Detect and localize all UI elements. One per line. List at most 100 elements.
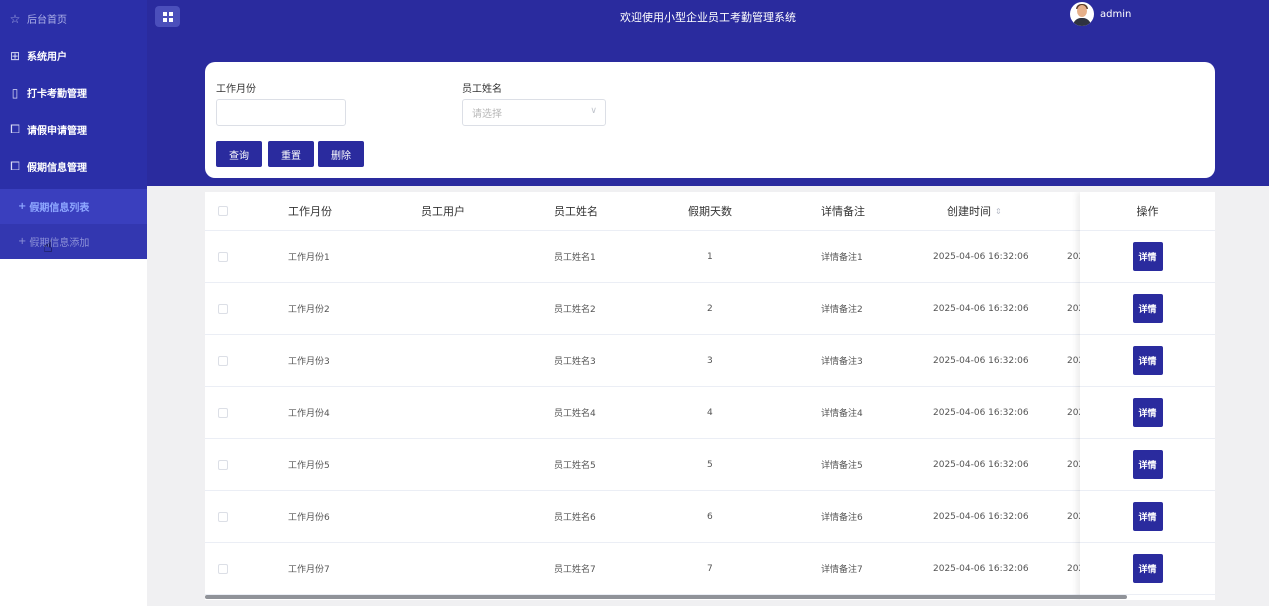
search-panel: 工作月份 员工姓名 请选择 ∨ 查询 重置 删除 bbox=[205, 62, 1215, 178]
cell-days: 2 bbox=[707, 303, 713, 314]
row-select-cell bbox=[218, 387, 228, 438]
avatar bbox=[1070, 2, 1094, 26]
select-all-checkbox[interactable] bbox=[218, 206, 228, 216]
name-select[interactable]: 请选择 ∨ bbox=[462, 99, 606, 126]
row-select-cell bbox=[218, 335, 228, 386]
row-checkbox[interactable] bbox=[218, 407, 228, 418]
sidebar-submenu: + 假期信息列表 + 假期信息添加 bbox=[0, 189, 147, 259]
row-select-cell bbox=[218, 491, 228, 542]
row-checkbox[interactable] bbox=[218, 251, 228, 262]
cell-created: 2025-04-06 16:32:06 bbox=[933, 355, 1029, 366]
document-icon: ▯ bbox=[11, 85, 19, 100]
table-row: 工作月份2 员工姓名2 2 详情备注2 2025-04-06 16:32:06 202 bbox=[205, 283, 1215, 335]
sidebar-item-label: 系统用户 bbox=[27, 52, 67, 63]
row-select-cell bbox=[218, 231, 228, 282]
horizontal-scrollbar[interactable] bbox=[205, 595, 1127, 599]
user-menu[interactable]: admin bbox=[1070, 2, 1131, 26]
row-checkbox[interactable] bbox=[218, 355, 228, 366]
sidebar-item-holiday[interactable]: ⧠ 假期信息管理 bbox=[0, 148, 147, 185]
reset-button[interactable]: 重置 bbox=[268, 141, 314, 167]
cell-created: 2025-04-06 16:32:06 bbox=[933, 303, 1029, 314]
username: admin bbox=[1100, 8, 1132, 20]
detail-button[interactable]: 详情 bbox=[1132, 242, 1163, 271]
sidebar-item-attendance[interactable]: ▯ 打卡考勤管理 bbox=[0, 74, 147, 111]
row-checkbox[interactable] bbox=[218, 459, 228, 470]
table-row: 工作月份7 员工姓名7 7 详情备注7 2025-04-06 16:32:06 202 bbox=[205, 543, 1215, 595]
cell-remark: 详情备注5 bbox=[821, 461, 863, 471]
cell-days: 3 bbox=[707, 355, 713, 366]
sidebar-item-label: 请假申请管理 bbox=[27, 126, 87, 137]
row-checkbox[interactable] bbox=[218, 511, 228, 522]
cell-days: 6 bbox=[707, 511, 713, 522]
cell-created: 2025-04-06 16:32:06 bbox=[933, 459, 1029, 470]
month-label: 工作月份 bbox=[216, 84, 256, 95]
detail-button[interactable]: 详情 bbox=[1132, 554, 1163, 583]
action-cell: 详情 bbox=[1080, 283, 1215, 335]
grid-icon: ⊞ bbox=[9, 48, 21, 63]
col-header: 工作月份 bbox=[288, 205, 332, 218]
cell-created: 2025-04-06 16:32:06 bbox=[933, 511, 1029, 522]
col-header: 员工姓名 bbox=[554, 205, 598, 218]
cell-month: 工作月份7 bbox=[288, 565, 330, 575]
detail-button[interactable]: 详情 bbox=[1132, 346, 1163, 375]
sort-icon[interactable]: ⇕ bbox=[995, 207, 1002, 216]
mouse-cursor-icon: ☝ bbox=[43, 237, 53, 256]
cell-month: 工作月份1 bbox=[288, 253, 330, 263]
sidebar: ☆ 后台首页 ⊞ 系统用户 ▯ 打卡考勤管理 ⧠ 请假申请管理 ⧠ 假期信息管理… bbox=[0, 0, 147, 606]
cell-month: 工作月份6 bbox=[288, 513, 330, 523]
form-icon: ⧠ bbox=[10, 122, 20, 136]
action-cell: 详情 bbox=[1080, 335, 1215, 387]
sidebar-item-system-users[interactable]: ⊞ 系统用户 bbox=[0, 37, 147, 74]
detail-button[interactable]: 详情 bbox=[1132, 294, 1163, 323]
sidebar-subitem-label: 假期信息添加 bbox=[29, 238, 90, 249]
col-header: 员工用户 bbox=[421, 205, 465, 218]
cell-days: 7 bbox=[707, 563, 713, 574]
cell-month: 工作月份5 bbox=[288, 461, 330, 471]
cell-remark: 详情备注2 bbox=[821, 305, 863, 315]
cell-name: 员工姓名6 bbox=[554, 513, 596, 523]
row-checkbox[interactable] bbox=[218, 563, 228, 574]
table-row: 工作月份4 员工姓名4 4 详情备注4 2025-04-06 16:32:06 202 bbox=[205, 387, 1215, 439]
detail-button[interactable]: 详情 bbox=[1132, 502, 1163, 531]
select-all-cell bbox=[218, 192, 228, 230]
detail-button[interactable]: 详情 bbox=[1132, 450, 1163, 479]
cell-days: 4 bbox=[707, 407, 713, 418]
sidebar-menu: ☆ 后台首页 ⊞ 系统用户 ▯ 打卡考勤管理 ⧠ 请假申请管理 ⧠ 假期信息管理… bbox=[0, 0, 147, 259]
col-header: 假期天数 bbox=[688, 205, 732, 218]
cell-remark: 详情备注4 bbox=[821, 409, 863, 419]
sidebar-subitem-holiday-list[interactable]: + 假期信息列表 bbox=[0, 189, 147, 224]
row-select-cell bbox=[218, 439, 228, 490]
cell-days: 5 bbox=[707, 459, 713, 470]
sidebar-subitem-holiday-add[interactable]: + 假期信息添加 bbox=[0, 224, 147, 259]
cell-remark: 详情备注7 bbox=[821, 565, 863, 575]
cell-name: 员工姓名7 bbox=[554, 565, 596, 575]
action-cell: 详情 bbox=[1080, 543, 1215, 595]
cell-created: 2025-04-06 16:32:06 bbox=[933, 407, 1029, 418]
action-cell: 详情 bbox=[1080, 491, 1215, 543]
cell-remark: 详情备注6 bbox=[821, 513, 863, 523]
cell-name: 员工姓名4 bbox=[554, 409, 596, 419]
delete-button[interactable]: 删除 bbox=[318, 141, 364, 167]
name-label: 员工姓名 bbox=[462, 84, 502, 95]
row-checkbox[interactable] bbox=[218, 303, 228, 314]
star-icon: ☆ bbox=[9, 11, 21, 26]
table-row: 工作月份5 员工姓名5 5 详情备注5 2025-04-06 16:32:06 202 bbox=[205, 439, 1215, 491]
col-header: 操作 bbox=[1080, 192, 1215, 231]
col-header-created[interactable]: 创建时间 ⇕ bbox=[947, 192, 1002, 230]
action-cell: 详情 bbox=[1080, 439, 1215, 491]
cell-month: 工作月份2 bbox=[288, 305, 330, 315]
cell-month: 工作月份3 bbox=[288, 357, 330, 367]
detail-button[interactable]: 详情 bbox=[1132, 398, 1163, 427]
sidebar-item-home[interactable]: ☆ 后台首页 bbox=[0, 0, 147, 37]
cell-created: 2025-04-06 16:32:06 bbox=[933, 251, 1029, 262]
sidebar-item-leave-request[interactable]: ⧠ 请假申请管理 bbox=[0, 111, 147, 148]
sidebar-item-label: 后台首页 bbox=[27, 15, 67, 26]
data-table: 工作月份 员工用户 员工姓名 假期天数 详情备注 创建时间 ⇕ 工作月份1 员工姓… bbox=[205, 192, 1215, 600]
sidebar-subitem-label: 假期信息列表 bbox=[29, 203, 90, 214]
query-button[interactable]: 查询 bbox=[216, 141, 262, 167]
chevron-down-icon: ∨ bbox=[590, 106, 597, 116]
action-cell: 详情 bbox=[1080, 387, 1215, 439]
action-cell: 详情 bbox=[1080, 231, 1215, 283]
plus-icon: + bbox=[18, 236, 27, 247]
month-input[interactable] bbox=[216, 99, 346, 126]
